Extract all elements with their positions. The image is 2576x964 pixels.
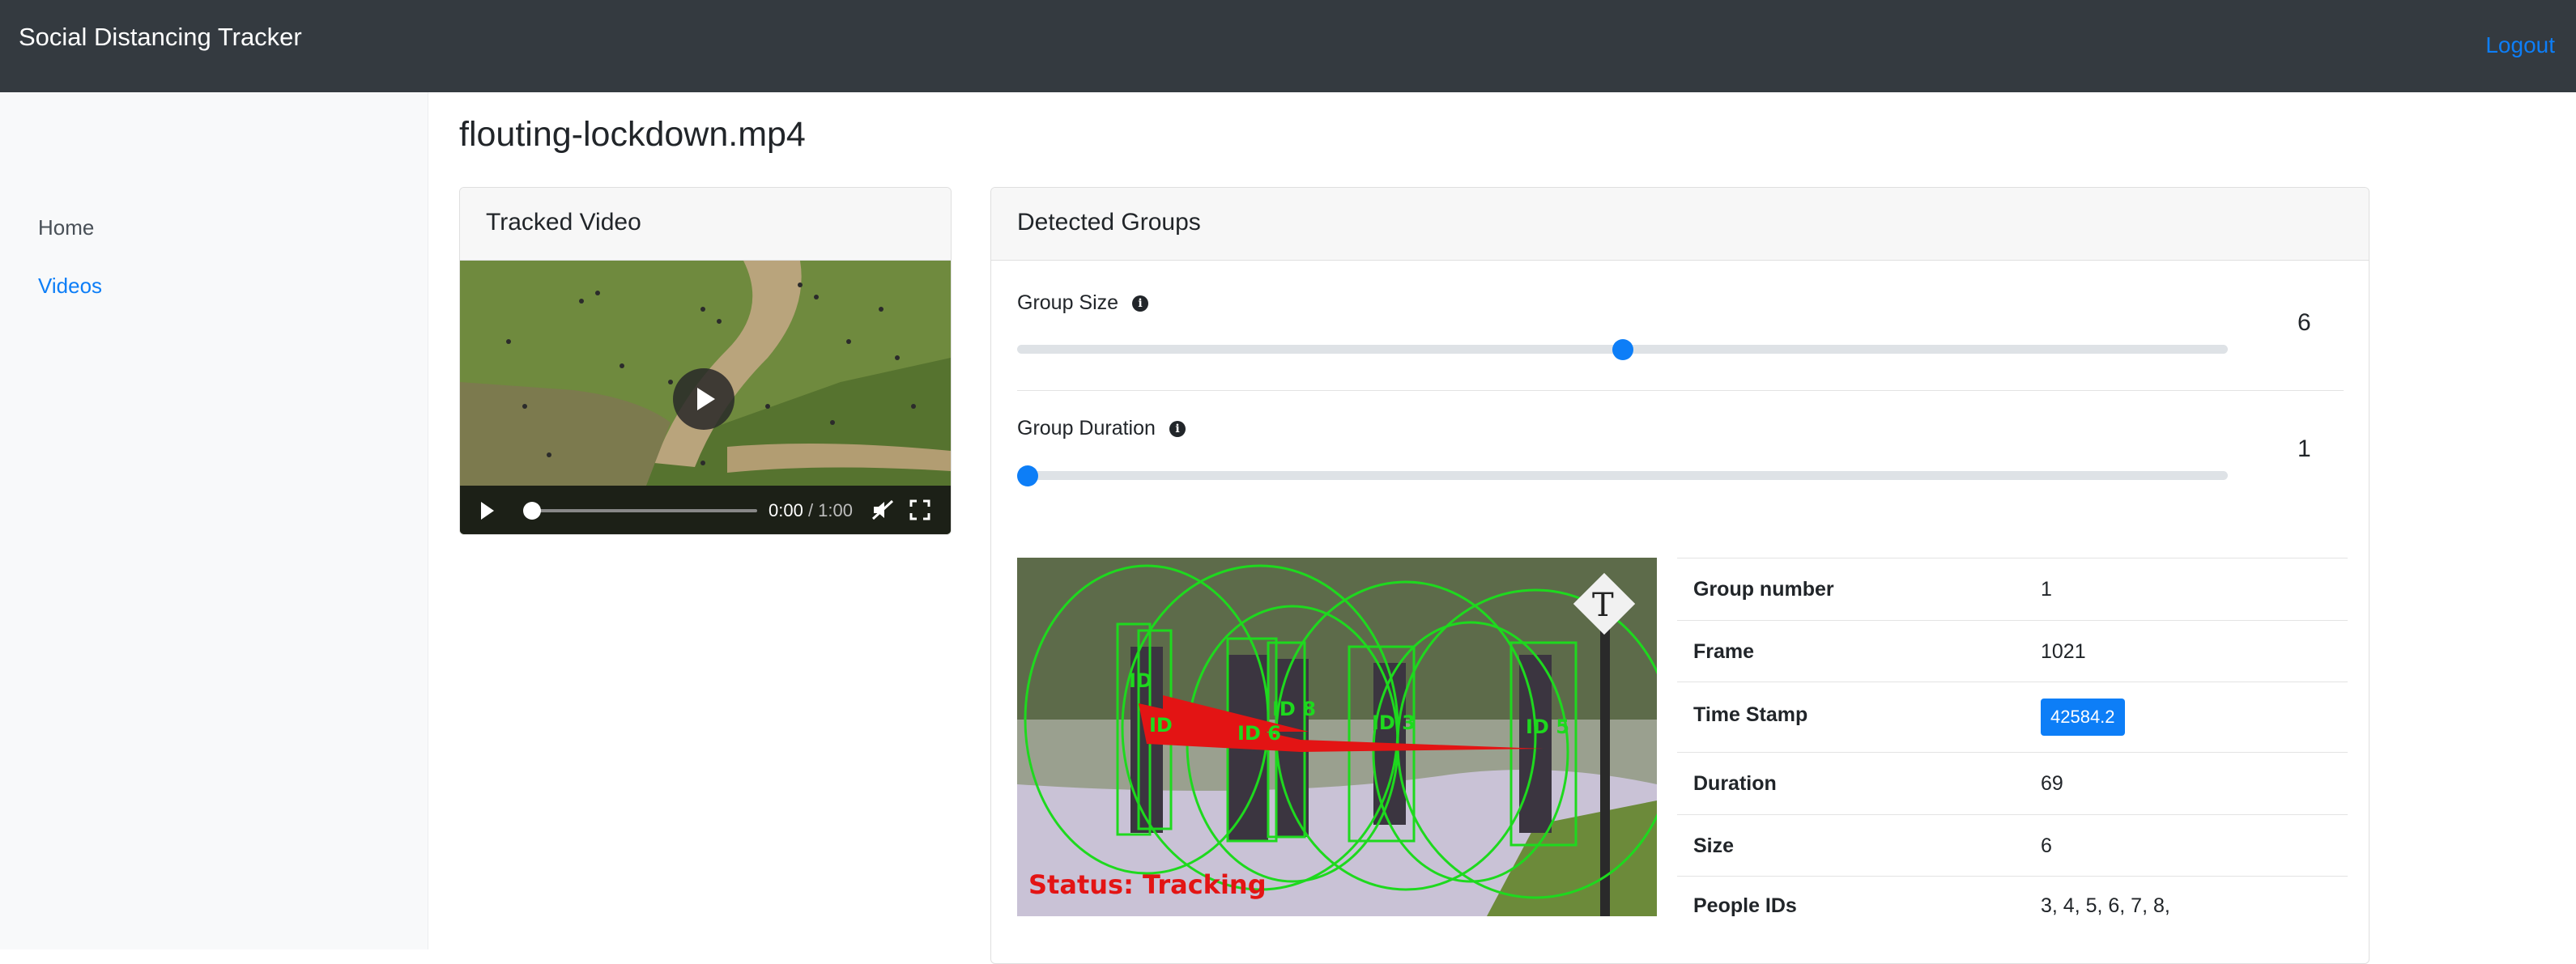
- video-player[interactable]: 0:00 / 1:00: [460, 261, 951, 534]
- seek-handle[interactable]: [523, 502, 541, 520]
- logout-link[interactable]: Logout: [2485, 32, 2555, 58]
- app-brand[interactable]: Social Distancing Tracker: [19, 23, 302, 52]
- page-title: flouting-lockdown.mp4: [459, 115, 806, 154]
- table-row: Duration 69: [1677, 752, 2348, 814]
- detected-groups-card: Detected Groups Group Size i 6 Group Dur…: [990, 187, 2369, 964]
- group-number-value: 1: [2041, 578, 2052, 601]
- group-details-table: Group number 1 Frame 1021 Time Stamp 425…: [1677, 558, 2348, 937]
- person-id-label: ID: [1149, 714, 1173, 737]
- info-icon[interactable]: i: [1169, 421, 1186, 437]
- people-ids-key: People IDs: [1693, 894, 1797, 917]
- seek-bar[interactable]: [528, 509, 757, 512]
- tracked-video-card: Tracked Video 0:00 / 1:00: [459, 187, 952, 535]
- time-display: 0:00 / 1:00: [769, 500, 853, 521]
- group-duration-slider-thumb[interactable]: [1017, 465, 1038, 486]
- sidebar: Home Videos: [0, 92, 428, 949]
- watermark-logo-letter: T: [1592, 587, 1614, 624]
- person-id-label: ID 3: [1372, 711, 1416, 734]
- person-id-label: ID 5: [1526, 716, 1569, 738]
- group-number-key: Group number: [1693, 578, 1834, 601]
- size-value: 6: [2041, 834, 2052, 857]
- info-icon[interactable]: i: [1132, 295, 1148, 312]
- top-navbar: Social Distancing Tracker Logout: [0, 0, 2576, 92]
- group-duration-label: Group Duration: [1017, 417, 1156, 440]
- total-duration: / 1:00: [807, 500, 853, 520]
- tracked-video-title: Tracked Video: [486, 209, 641, 236]
- people-ids-value: 3, 4, 5, 6, 7, 8,: [2041, 894, 2170, 917]
- table-row: Frame 1021: [1677, 620, 2348, 682]
- table-row: People IDs 3, 4, 5, 6, 7, 8,: [1677, 876, 2348, 937]
- time-stamp-key: Time Stamp: [1693, 703, 1808, 726]
- person-id-label: ID: [1129, 669, 1152, 692]
- duration-value: 69: [2041, 772, 2063, 795]
- mute-icon[interactable]: [871, 499, 894, 520]
- person-id-label: ID 8: [1272, 698, 1316, 720]
- frame-value: 1021: [2041, 640, 2086, 663]
- tracking-status: Status: Tracking: [1028, 869, 1267, 900]
- person-id-label: ID 6: [1237, 722, 1281, 745]
- group-size-label: Group Size: [1017, 291, 1119, 314]
- divider: [1017, 390, 2344, 391]
- card-header: Tracked Video: [460, 188, 951, 261]
- play-overlay-button[interactable]: [673, 368, 734, 430]
- group-duration-slider[interactable]: [1017, 471, 2228, 480]
- group-size-value: 6: [2297, 309, 2311, 336]
- table-row: Group number 1: [1677, 558, 2348, 620]
- video-controls: 0:00 / 1:00: [460, 486, 951, 534]
- current-time: 0:00: [769, 500, 803, 520]
- group-size-slider-thumb[interactable]: [1612, 339, 1633, 360]
- group-frame-image: ID ID ID 6 ID 8 ID 3 ID 5 T Status: Trac…: [1017, 558, 1657, 916]
- tracking-overlay: ID ID ID 6 ID 8 ID 3 ID 5: [1017, 558, 1657, 916]
- fullscreen-icon[interactable]: [909, 499, 930, 520]
- card-header: Detected Groups: [991, 188, 2369, 261]
- play-icon: [697, 388, 715, 410]
- frame-key: Frame: [1693, 640, 1755, 663]
- group-duration-value: 1: [2297, 435, 2311, 462]
- sidebar-item-home[interactable]: Home: [38, 215, 94, 240]
- detected-groups-title: Detected Groups: [1017, 209, 1201, 236]
- play-icon[interactable]: [479, 501, 496, 520]
- sidebar-item-videos[interactable]: Videos: [38, 274, 102, 299]
- size-key: Size: [1693, 834, 1735, 857]
- table-row: Size 6: [1677, 814, 2348, 876]
- time-stamp-badge: 42584.2: [2041, 699, 2125, 736]
- duration-key: Duration: [1693, 772, 1777, 795]
- table-row: Time Stamp 42584.2: [1677, 682, 2348, 752]
